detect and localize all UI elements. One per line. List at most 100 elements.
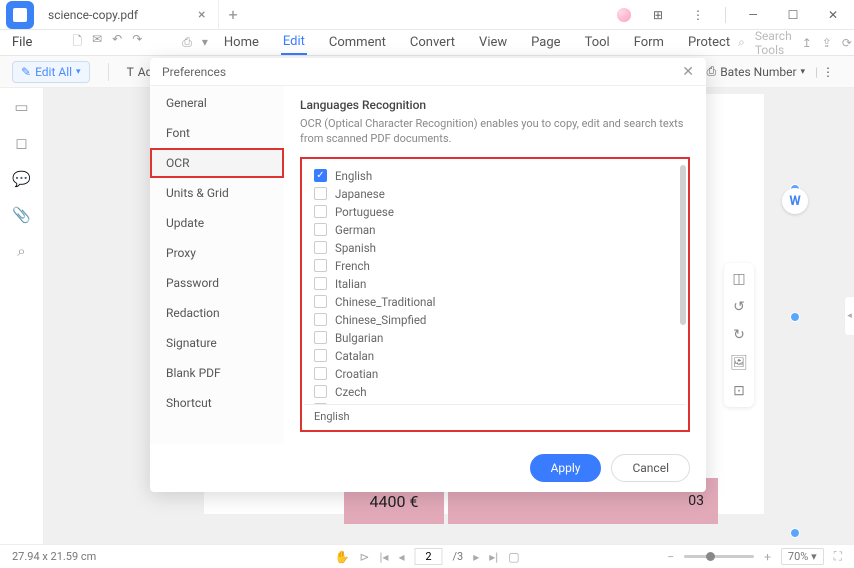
checkbox-icon[interactable] (314, 277, 327, 290)
menu-item-home[interactable]: Home (222, 31, 261, 54)
maximize-icon[interactable]: ☐ (780, 1, 806, 29)
close-dialog-icon[interactable]: ✕ (682, 64, 694, 80)
selection-handle[interactable] (790, 528, 800, 538)
language-row[interactable]: ✓English (314, 167, 676, 185)
cancel-button[interactable]: Cancel (611, 454, 690, 482)
sidebar-item-blank-pdf[interactable]: Blank PDF (150, 358, 284, 388)
menu-item-protect[interactable]: Protect (686, 31, 732, 54)
expand-right-panel-icon[interactable]: ◂ (844, 296, 854, 336)
account-orb-icon[interactable] (617, 8, 631, 22)
fit-page-icon[interactable]: ▢ (508, 550, 519, 564)
sidebar-item-general[interactable]: General (150, 88, 284, 118)
language-row[interactable]: French (314, 257, 676, 275)
selection-handle[interactable] (790, 312, 800, 322)
file-menu[interactable]: File (4, 31, 40, 54)
language-row[interactable]: Italian (314, 275, 676, 293)
scrollbar[interactable] (680, 165, 686, 325)
checkbox-icon[interactable] (314, 295, 327, 308)
menu-item-page[interactable]: Page (529, 31, 562, 54)
checkbox-icon[interactable] (314, 331, 327, 344)
more-icon[interactable]: ⋮ (685, 1, 711, 29)
thumbnails-icon[interactable]: ▭ (13, 98, 31, 116)
rotate-left-icon[interactable]: ↺ (733, 299, 745, 315)
redo-icon[interactable]: ↷ (132, 32, 142, 53)
sidebar-item-proxy[interactable]: Proxy (150, 238, 284, 268)
sidebar-item-redaction[interactable]: Redaction (150, 298, 284, 328)
sidebar-item-ocr[interactable]: OCR (150, 148, 284, 178)
zoom-percentage[interactable]: 70% ▾ (781, 548, 824, 565)
more-icon[interactable]: ⋮ (822, 65, 834, 79)
document-tab[interactable]: science-copy.pdf × (40, 0, 219, 30)
language-row[interactable]: German (314, 221, 676, 239)
rotate-right-icon[interactable]: ↻ (733, 327, 745, 343)
language-row[interactable]: Portuguese (314, 203, 676, 221)
undo-icon[interactable]: ↶ (112, 32, 122, 53)
bookmarks-icon[interactable]: ◻ (13, 134, 31, 152)
sidebar-item-font[interactable]: Font (150, 118, 284, 148)
menu-item-tool[interactable]: Tool (583, 31, 612, 54)
checkbox-icon[interactable] (314, 223, 327, 236)
checkbox-icon[interactable] (314, 385, 327, 398)
checkbox-icon[interactable]: ✓ (314, 169, 327, 182)
fullscreen-icon[interactable]: ⛶ (834, 549, 842, 564)
word-badge-icon[interactable]: W (782, 188, 808, 214)
menu-item-convert[interactable]: Convert (408, 31, 457, 54)
language-row[interactable]: Czech (314, 383, 676, 401)
checkbox-icon[interactable] (314, 349, 327, 362)
save-icon[interactable]: 🗋 (72, 32, 82, 53)
edit-all-button[interactable]: ✎ Edit All ▾ (12, 61, 90, 83)
select-tool-icon[interactable]: ⊳ (359, 550, 369, 564)
chevron-down-icon[interactable]: ▾ (202, 35, 208, 50)
search-panel-icon[interactable]: ⌕ (13, 242, 31, 260)
sidebar-item-password[interactable]: Password (150, 268, 284, 298)
add-button[interactable]: T Ad (127, 65, 153, 79)
apply-button[interactable]: Apply (530, 454, 602, 482)
zoom-out-icon[interactable]: − (667, 550, 674, 564)
checkbox-icon[interactable] (314, 187, 327, 200)
checkbox-icon[interactable] (314, 259, 327, 272)
prev-page-icon[interactable]: ◂ (398, 550, 404, 564)
sidebar-item-signature[interactable]: Signature (150, 328, 284, 358)
window-settings-icon[interactable]: ⊞ (645, 1, 671, 29)
search-tools-input[interactable]: Search Tools (755, 29, 792, 57)
language-list[interactable]: ✓EnglishJapanesePortugueseGermanSpanishF… (304, 161, 686, 404)
language-row[interactable]: Bulgarian (314, 329, 676, 347)
new-tab-button[interactable]: + (219, 5, 248, 24)
language-row[interactable]: Japanese (314, 185, 676, 203)
sidebar-item-units-grid[interactable]: Units & Grid (150, 178, 284, 208)
checkbox-icon[interactable] (314, 367, 327, 380)
bates-number-button[interactable]: ⎙ Bates Number ▾ | ⋮ (699, 60, 842, 83)
sidebar-item-update[interactable]: Update (150, 208, 284, 238)
hand-tool-icon[interactable]: ✋ (334, 550, 349, 564)
close-tab-icon[interactable]: × (198, 7, 205, 23)
comments-icon[interactable]: 💬 (13, 170, 31, 188)
next-page-icon[interactable]: ▸ (473, 550, 479, 564)
attachments-icon[interactable]: 📎 (13, 206, 31, 224)
language-row[interactable]: Chinese_Traditional (314, 293, 676, 311)
upload-icon[interactable]: ↥ (802, 36, 812, 50)
zoom-in-icon[interactable]: + (764, 550, 771, 564)
zoom-slider[interactable] (684, 555, 754, 558)
page-number-input[interactable] (414, 548, 442, 565)
language-row[interactable]: Spanish (314, 239, 676, 257)
mail-icon[interactable]: ✉ (92, 32, 102, 53)
sidebar-item-shortcut[interactable]: Shortcut (150, 388, 284, 418)
minimize-icon[interactable]: — (740, 1, 766, 29)
language-row[interactable]: Catalan (314, 347, 676, 365)
crop-icon[interactable]: ◫ (732, 271, 745, 287)
menu-item-view[interactable]: View (477, 31, 509, 54)
close-window-icon[interactable]: ✕ (820, 1, 846, 29)
language-row[interactable]: Chinese_Simpfied (314, 311, 676, 329)
share-icon[interactable]: ⇪ (822, 36, 832, 50)
sync-icon[interactable]: ⟳ (842, 36, 852, 50)
checkbox-icon[interactable] (314, 241, 327, 254)
menu-item-comment[interactable]: Comment (327, 31, 388, 54)
first-page-icon[interactable]: |◂ (379, 550, 388, 564)
menu-item-form[interactable]: Form (632, 31, 666, 54)
menu-item-edit[interactable]: Edit (281, 30, 307, 55)
last-page-icon[interactable]: ▸| (489, 550, 498, 564)
language-row[interactable]: Croatian (314, 365, 676, 383)
image-icon[interactable]: 🖼 (730, 355, 748, 371)
checkbox-icon[interactable] (314, 313, 327, 326)
extract-icon[interactable]: ⊡ (733, 383, 745, 399)
